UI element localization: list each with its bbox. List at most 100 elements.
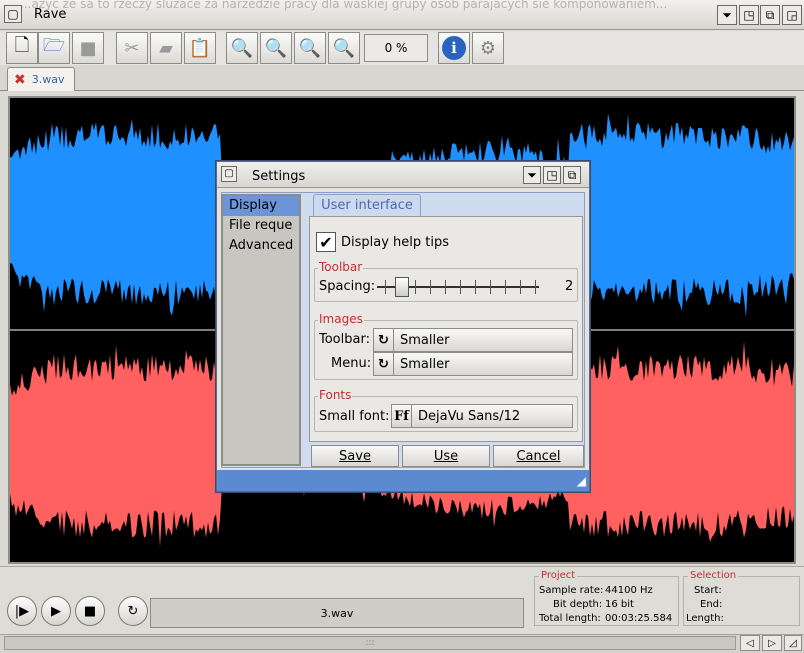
tab-file[interactable]: ✖ 3.wav [7, 67, 75, 91]
menu-images-label: Menu: [331, 356, 372, 371]
tab-strip [0, 65, 804, 91]
menu-images-cycle[interactable]: ↻ Smaller [373, 352, 573, 376]
slider-tick [430, 280, 431, 294]
font-icon: Ff [392, 405, 412, 427]
horizontal-scrollbar[interactable]: ::: [4, 636, 736, 650]
bit-depth-label: Bit depth: [553, 599, 603, 610]
copy-icon[interactable]: ▰ [150, 32, 182, 64]
slider-tick [460, 280, 461, 294]
selection-group-label: Selection [688, 570, 739, 581]
category-file-requester[interactable]: File reque [223, 216, 299, 236]
slider-tick [445, 280, 446, 294]
spacing-slider-thumb[interactable] [395, 277, 409, 297]
play-icon[interactable]: ▶ [41, 596, 71, 626]
close-tab-icon[interactable]: ✖ [14, 72, 26, 88]
dialog-iconify-icon[interactable]: ⏷ [523, 166, 541, 184]
small-font-picker[interactable]: Ff DejaVu Sans/12 [391, 404, 573, 428]
slider-tick [490, 280, 491, 294]
dialog-zoom-icon[interactable]: ◳ [543, 166, 561, 184]
zoom-level: 0 % [364, 34, 428, 62]
total-length-label: Total length: [539, 613, 601, 624]
loop-icon[interactable]: ↻ [118, 596, 148, 626]
small-font-value: DejaVu Sans/12 [418, 408, 521, 424]
use-button[interactable]: Use [402, 445, 490, 467]
window-title: Rave [34, 7, 67, 22]
spacing-label: Spacing: [319, 279, 376, 294]
sample-rate-value: 44100 Hz [605, 585, 653, 596]
settings-title: Settings [252, 169, 306, 184]
cycle-icon: ↻ [374, 353, 394, 375]
scroll-grip: ::: [365, 638, 375, 648]
settings-dialog: ▢ Settings ⏷ ◳ ⧉ Display File reque Adva… [216, 161, 590, 492]
project-info-group: Project Sample rate: 44100 Hz Bit depth:… [534, 570, 679, 626]
paste-icon[interactable]: 📋 [184, 32, 216, 64]
small-font-label: Small font: [319, 409, 390, 424]
close-window-icon[interactable]: ▢ [4, 5, 22, 23]
images-group-label: Images [318, 312, 364, 326]
project-group-label: Project [539, 570, 578, 581]
play-selection-icon[interactable]: |▶ [7, 596, 37, 626]
toolbar-group: Toolbar Spacing: 2 [314, 260, 578, 302]
total-length-value: 00:03:25.584 [605, 613, 673, 624]
selection-end-label: End: [700, 599, 723, 610]
toolbar-images-cycle[interactable]: ↻ Smaller [373, 328, 573, 352]
category-advanced[interactable]: Advanced [223, 236, 299, 256]
info-icon[interactable]: i [438, 32, 470, 64]
sample-rate-label: Sample rate: [539, 585, 604, 596]
new-icon[interactable]: 🗋 [6, 32, 38, 64]
slider-tick [535, 280, 536, 294]
dialog-depth-icon[interactable]: ⧉ [563, 166, 581, 184]
marquee-text: ...azyc ze sa to rzeczy sluzace za narze… [20, 0, 668, 11]
open-icon[interactable]: 🗁 [38, 32, 70, 64]
toolbar-group-label: Toolbar [318, 260, 364, 274]
dialog-close-icon[interactable]: ▢ [221, 166, 237, 182]
toolbar-images-value: Smaller [400, 332, 450, 348]
tab-user-interface[interactable]: User interface [313, 194, 421, 216]
menu-images-value: Smaller [400, 356, 450, 372]
cancel-button[interactable]: Cancel [493, 445, 584, 467]
stop-icon[interactable]: ■ [75, 596, 105, 626]
help-tips-checkbox[interactable]: ✔ [316, 232, 336, 252]
category-list[interactable]: Display File reque Advanced [221, 194, 301, 466]
spacing-slider[interactable] [377, 277, 539, 297]
transport-filename: 3.wav [150, 598, 524, 628]
user-interface-panel: ✔ Display help tips Toolbar Spacing: 2 I… [309, 216, 583, 442]
settings-icon[interactable]: ⚙ [472, 32, 504, 64]
cycle-icon: ↻ [374, 329, 394, 351]
zoom-selection-icon[interactable]: 🔍 [328, 32, 360, 64]
size-icon[interactable]: ◿ [784, 635, 802, 651]
bit-depth-value: 16 bit [605, 599, 634, 610]
zoom-out-icon[interactable]: 🔍 [260, 32, 292, 64]
spacing-value: 2 [565, 279, 574, 294]
slider-tick [520, 280, 521, 294]
zoom-window-icon[interactable]: ◳ [739, 5, 759, 25]
snapshot-icon[interactable]: ◲ [782, 5, 802, 25]
dialog-footer: ◢ [217, 470, 589, 491]
title-bar: ...azyc ze sa to rzeczy sluzace za narze… [0, 0, 804, 30]
help-tips-label: Display help tips [341, 235, 450, 250]
slider-tick [505, 280, 506, 294]
fonts-group-label: Fonts [318, 388, 353, 402]
scroll-left-icon[interactable]: ◁ [740, 635, 760, 651]
save-icon[interactable]: ■ [72, 32, 104, 64]
slider-tick [385, 280, 386, 294]
depth-icon[interactable]: ⧉ [760, 5, 780, 25]
images-group: Images Toolbar: ↻ Smaller Menu: ↻ Smalle… [314, 312, 578, 380]
selection-info-group: Selection Start: End: Length: [683, 570, 800, 626]
iconify-icon[interactable]: ⏷ [717, 5, 737, 25]
selection-start-label: Start: [694, 585, 722, 596]
slider-tick [475, 280, 476, 294]
cut-icon[interactable]: ✂ [116, 32, 148, 64]
resize-handle-icon[interactable]: ◢ [577, 474, 586, 488]
save-button[interactable]: Save [311, 445, 399, 467]
settings-title-bar: ▢ Settings ⏷ ◳ ⧉ [217, 162, 589, 188]
fonts-group: Fonts Small font: Ff DejaVu Sans/12 [314, 388, 578, 432]
zoom-fit-icon[interactable]: 🔍 [294, 32, 326, 64]
scroll-right-icon[interactable]: ▷ [762, 635, 782, 651]
slider-tick [415, 280, 416, 294]
zoom-in-icon[interactable]: 🔍 [226, 32, 258, 64]
selection-length-label: Length: [686, 613, 724, 624]
toolbar-images-label: Toolbar: [319, 332, 370, 347]
category-display[interactable]: Display [223, 196, 299, 216]
tab-file-label: 3.wav [31, 73, 65, 86]
